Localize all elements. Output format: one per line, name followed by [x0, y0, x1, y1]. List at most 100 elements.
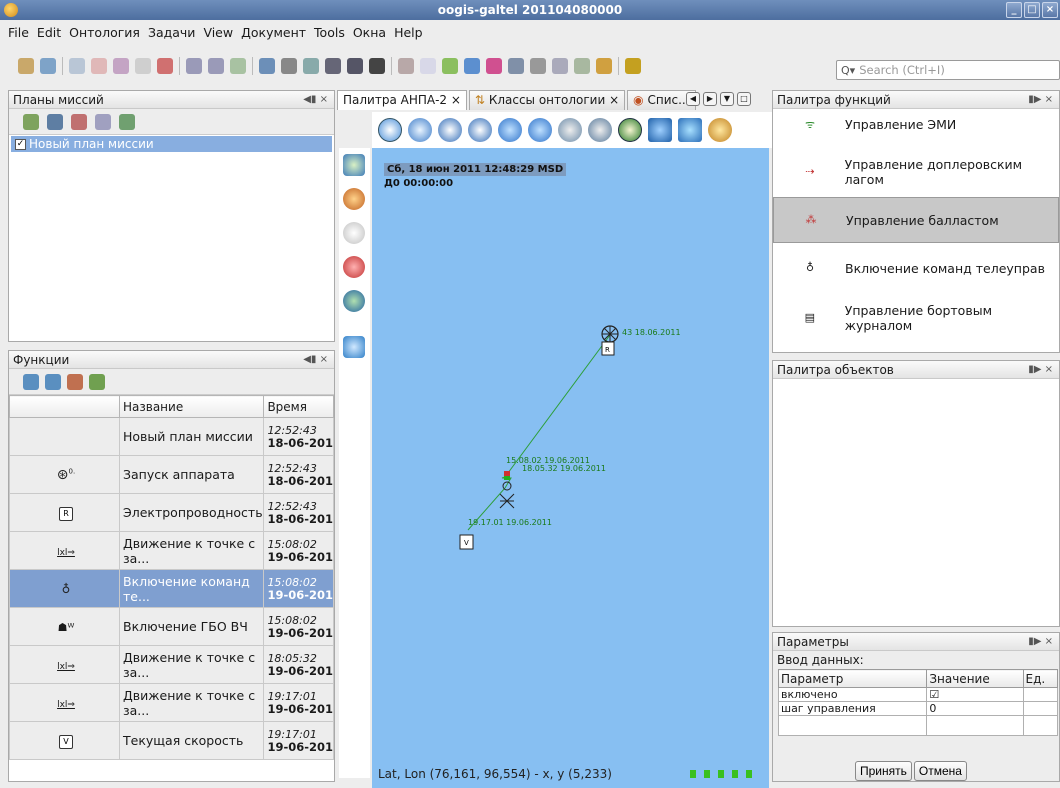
compass-icon[interactable] [618, 118, 642, 142]
search-input[interactable]: Q▾ Search (Ctrl+I) [836, 60, 1060, 80]
panel-controls-icon[interactable]: ◀▮ × [303, 91, 328, 108]
mission-plan-checkbox[interactable]: ✓ [15, 138, 26, 150]
toolbar-c3-icon[interactable] [230, 58, 246, 74]
box-icon[interactable] [678, 118, 702, 142]
menu-view[interactable]: View [203, 25, 233, 40]
edit-plan-icon[interactable] [47, 113, 63, 130]
zoom-out-icon[interactable] [438, 118, 462, 142]
column-header-time[interactable]: Время [263, 395, 334, 418]
arrow-right-icon[interactable] [528, 118, 552, 142]
table-row-selected[interactable]: ♁ Включение команд те... 15:08:02 19-06-2… [9, 569, 334, 608]
menu-windows[interactable]: Окна [353, 25, 386, 40]
toolbar-doc-icon[interactable] [420, 58, 436, 74]
arrow-left-icon[interactable] [498, 118, 522, 142]
menu-file[interactable]: File [8, 25, 29, 40]
close-icon[interactable]: × [1042, 2, 1058, 18]
column-header-name[interactable]: Название [118, 395, 265, 418]
column-header-icon[interactable] [9, 395, 120, 418]
table-row[interactable]: ⊛0. Запуск аппарата 12:52:43 18-06-201 [9, 455, 334, 494]
toolbar-dark-icon[interactable] [369, 58, 385, 74]
palette-item-ballast[interactable]: ⁂ Управление балластом [773, 197, 1059, 243]
table-row[interactable]: Новый план миссии 12:52:43 18-06-201 [9, 417, 334, 456]
toolbar-run-icon[interactable] [625, 58, 641, 74]
toolbar-diamond-icon[interactable] [552, 58, 568, 74]
redo-icon[interactable] [40, 58, 56, 74]
mission-plan-item[interactable]: ✓ Новый план миссии [11, 136, 332, 152]
toolbar-hash-icon[interactable] [530, 58, 546, 74]
run-plan-icon[interactable] [119, 113, 135, 130]
nodes-icon[interactable] [343, 256, 365, 278]
sonar-marker[interactable] [499, 493, 515, 509]
toolbar-bug-icon[interactable] [596, 58, 612, 74]
toolbar-search-icon[interactable] [281, 58, 297, 74]
toolbar-group-icon[interactable] [347, 58, 363, 74]
menu-document[interactable]: Документ [241, 25, 306, 40]
tab-anpa-palette[interactable]: Палитра АНПА-2 × [337, 90, 467, 110]
param-value-checkbox[interactable]: ☑ [926, 687, 1024, 702]
palette-item-doppler[interactable]: ⇢ Управление доплеровским лагом [773, 149, 1059, 195]
toolbar-arrow-icon[interactable] [508, 58, 524, 74]
toolbar-c1-icon[interactable] [186, 58, 202, 74]
palette-item-journal[interactable]: ▤ Управление бортовым журналом [773, 295, 1059, 341]
tab-left-icon[interactable]: ◀ [686, 92, 700, 106]
minimize-icon[interactable]: _ [1006, 2, 1022, 18]
panel-controls-icon[interactable]: ▮▶ × [1028, 633, 1053, 650]
book-icon[interactable] [648, 118, 672, 142]
palette-item-telecontrol[interactable]: ♁ Включение команд телеуправлени [773, 245, 1059, 291]
accept-button[interactable]: Принять [855, 761, 912, 781]
add-plan-icon[interactable] [23, 113, 39, 130]
refresh-icon[interactable] [708, 118, 732, 142]
table-row[interactable]: lxl⇒ Движение к точке с за... 19:17:01 19… [9, 683, 334, 722]
zoom-in-icon[interactable] [468, 118, 492, 142]
menu-ontology[interactable]: Онтология [69, 25, 140, 40]
toolbar-globe-icon[interactable] [259, 58, 275, 74]
toolbar-c4-icon[interactable] [398, 58, 414, 74]
toolbar-c2-icon[interactable] [208, 58, 224, 74]
copy-plan-icon[interactable] [95, 113, 111, 130]
menu-tools[interactable]: Tools [314, 25, 345, 40]
param-col-unit[interactable]: Ед. [1022, 669, 1059, 688]
param-col-value[interactable]: Значение [926, 669, 1024, 688]
panel-controls-icon[interactable]: ▮▶ × [1028, 361, 1053, 378]
toolbar-delete-icon[interactable] [157, 58, 173, 74]
atoms-icon[interactable] [343, 222, 365, 244]
toolbar-blue-icon[interactable] [464, 58, 480, 74]
table-row[interactable]: ☗ᵂ Включение ГБО ВЧ 15:08:02 19-06-201 [9, 607, 334, 646]
func-add-icon[interactable] [89, 373, 105, 390]
toolbar-multicolor-icon[interactable] [486, 58, 502, 74]
table-row[interactable]: R Электропроводность 12:52:43 18-06-201 [9, 493, 334, 532]
world-icon[interactable] [343, 290, 365, 312]
palette-item-emi[interactable]: ᯤ Управление ЭМИ [773, 101, 1059, 147]
table-row[interactable]: lxl⇒ Движение к точке с за... 15:08:02 19… [9, 531, 334, 570]
toolbar-plus-icon[interactable] [574, 58, 590, 74]
toolbar-grid-icon[interactable] [91, 58, 107, 74]
menu-edit[interactable]: Edit [37, 25, 61, 40]
panel-controls-icon[interactable]: ◀▮ × [303, 351, 328, 368]
tab-ontology-classes[interactable]: ⇅ Классы онтологии × [468, 90, 626, 110]
func-move-icon[interactable] [67, 373, 83, 390]
tab-right-icon[interactable]: ▶ [703, 92, 717, 106]
toolbar-edit-icon[interactable] [69, 58, 85, 74]
func-down-icon[interactable] [45, 373, 61, 390]
v-marker[interactable]: V [459, 534, 474, 550]
table-row[interactable]: V Текущая скорость 19:17:01 19-06-201 [9, 721, 334, 760]
toolbar-color-icon[interactable] [442, 58, 458, 74]
toolbar-link-icon[interactable] [113, 58, 129, 74]
tab-maximize-icon[interactable]: □ [737, 92, 751, 106]
menu-tasks[interactable]: Задачи [148, 25, 196, 40]
r-marker[interactable]: R [601, 341, 615, 356]
maximize-icon[interactable]: □ [1024, 2, 1040, 18]
map-canvas[interactable]: R V 43 18.06.2011 15.08.02 19.06.2011 18… [372, 148, 769, 788]
undo-icon[interactable] [18, 58, 34, 74]
earth-icon[interactable] [343, 154, 365, 176]
molecule-icon[interactable] [343, 188, 365, 210]
menu-help[interactable]: Help [394, 25, 423, 40]
cancel-button[interactable]: Отмена [913, 761, 967, 781]
pan-icon[interactable] [378, 118, 402, 142]
grid-icon[interactable] [588, 118, 612, 142]
toolbar-check-icon[interactable] [135, 58, 151, 74]
toolbar-gear-icon[interactable] [325, 58, 341, 74]
launch-marker[interactable] [601, 325, 619, 343]
toolbar-vehicle-icon[interactable] [303, 58, 319, 74]
func-up-icon[interactable] [23, 373, 39, 390]
